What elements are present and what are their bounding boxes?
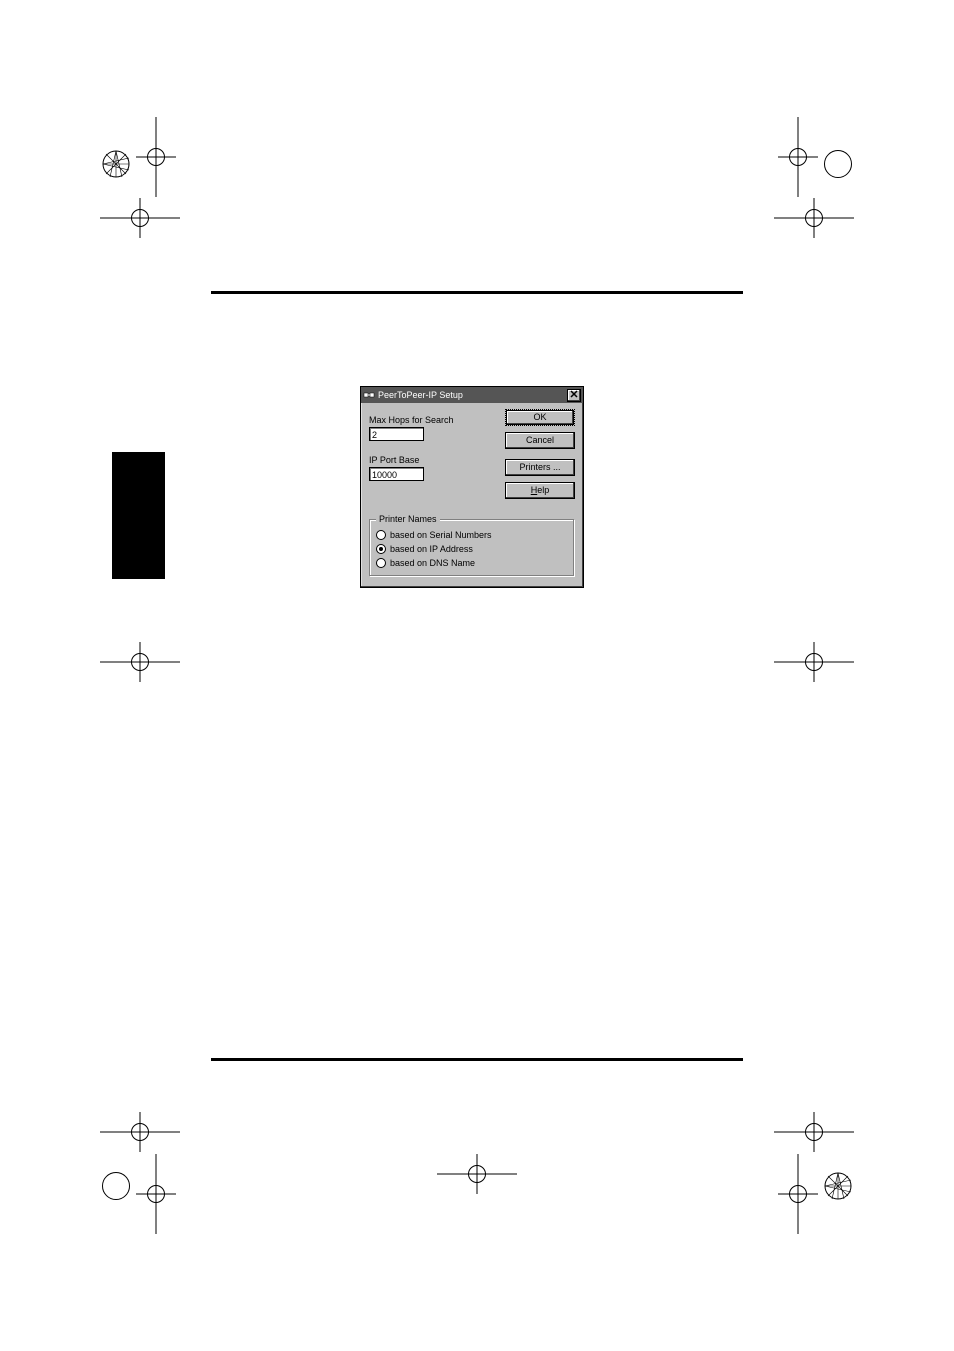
dialog-titlebar: PeerToPeer-IP Setup xyxy=(361,387,583,403)
help-button[interactable]: Help xyxy=(505,482,575,499)
max-hops-input[interactable]: 2 xyxy=(369,427,424,441)
group-legend: Printer Names xyxy=(376,514,440,524)
regmark-cross-tl xyxy=(136,117,176,197)
regmark-cross-tr2 xyxy=(774,198,854,238)
regmark-cross-ml xyxy=(100,642,180,682)
regmark-cross-tr xyxy=(778,117,818,197)
regmark-cross-br xyxy=(778,1154,818,1234)
ip-port-base-input[interactable]: 10000 xyxy=(369,467,424,481)
page-side-tab xyxy=(112,452,165,579)
printers-button[interactable]: Printers ... xyxy=(505,459,575,476)
radio-dns-name[interactable]: based on DNS Name xyxy=(376,556,568,570)
radio-ip-address[interactable]: based on IP Address xyxy=(376,542,568,556)
radio-icon xyxy=(376,558,386,568)
star-icon xyxy=(102,150,130,178)
regmark-cross-bl2 xyxy=(100,1112,180,1152)
circle-icon xyxy=(824,150,852,178)
radio-label: based on IP Address xyxy=(390,544,473,554)
regmark-bottom-left xyxy=(102,1172,130,1205)
close-button[interactable] xyxy=(567,389,581,402)
page-rule-bottom xyxy=(211,1058,743,1061)
regmark-top-left xyxy=(102,150,130,183)
app-icon xyxy=(363,389,375,401)
button-label: OK xyxy=(533,412,546,422)
regmark-cross-br2 xyxy=(774,1112,854,1152)
dialog-title: PeerToPeer-IP Setup xyxy=(378,390,567,400)
radio-label: based on Serial Numbers xyxy=(390,530,492,540)
page-rule-top xyxy=(211,291,743,294)
printer-names-group: Printer Names based on Serial Numbers ba… xyxy=(369,519,575,577)
cancel-button[interactable]: Cancel xyxy=(505,432,575,449)
regmark-bottom-right xyxy=(824,1172,852,1205)
button-label: Cancel xyxy=(526,435,554,445)
regmark-top-right xyxy=(824,150,852,183)
button-label: Printers ... xyxy=(519,462,560,472)
close-icon xyxy=(570,390,578,400)
regmark-cross-bl xyxy=(136,1154,176,1234)
star-icon xyxy=(824,1172,852,1200)
radio-icon xyxy=(376,530,386,540)
radio-icon xyxy=(376,544,386,554)
peer-to-peer-setup-dialog: PeerToPeer-IP Setup Max Hops for Search … xyxy=(360,386,584,588)
regmark-cross-bc xyxy=(437,1154,517,1194)
radio-serial-numbers[interactable]: based on Serial Numbers xyxy=(376,528,568,542)
circle-icon xyxy=(102,1172,130,1200)
regmark-cross-tl2 xyxy=(100,198,180,238)
button-label-rest: elp xyxy=(537,485,549,495)
radio-label: based on DNS Name xyxy=(390,558,475,568)
ok-button[interactable]: OK xyxy=(505,409,575,426)
regmark-cross-mr xyxy=(774,642,854,682)
